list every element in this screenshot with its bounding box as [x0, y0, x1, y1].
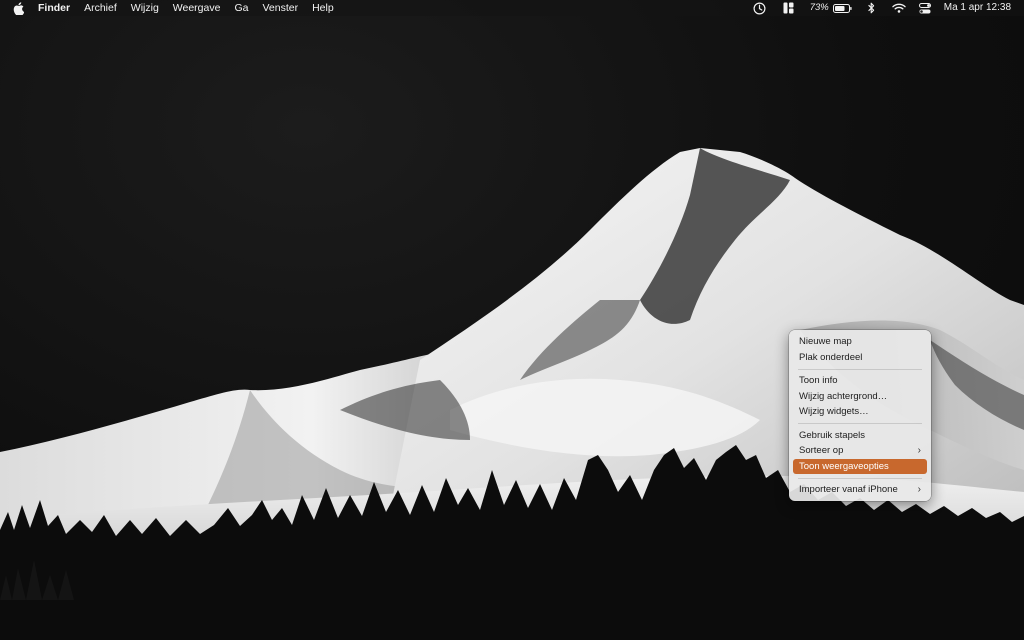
battery-icon[interactable]: [832, 0, 852, 16]
menu-item-label: Toon weergaveopties: [799, 460, 889, 472]
menu-item-edit-widgets[interactable]: Wijzig widgets…: [793, 404, 927, 420]
screen-time-icon[interactable]: [753, 0, 766, 16]
desktop[interactable]: Finder Archief Wijzig Weergave Ga Venste…: [0, 0, 1024, 640]
menu-item-label: Gebruik stapels: [799, 429, 866, 441]
menu-bar-clock[interactable]: Ma 1 apr 12:38: [944, 0, 1011, 16]
menu-item-label: Plak onderdeel: [799, 351, 863, 363]
menu-help[interactable]: Help: [312, 0, 334, 16]
wifi-icon[interactable]: [892, 0, 906, 16]
menu-item-new-folder[interactable]: Nieuwe map: [793, 334, 927, 350]
menu-bar-left: Finder Archief Wijzig Weergave Ga Venste…: [0, 0, 348, 16]
bluetooth-icon[interactable]: [867, 0, 875, 16]
menu-bar: Finder Archief Wijzig Weergave Ga Venste…: [0, 0, 1024, 16]
chevron-right-icon: ›: [917, 484, 921, 495]
menu-separator: [798, 368, 922, 370]
chevron-right-icon: ›: [917, 445, 921, 456]
menu-item-label: Sorteer op: [799, 445, 844, 456]
menu-venster[interactable]: Venster: [262, 0, 298, 16]
stage-manager-icon[interactable]: [783, 0, 794, 16]
menu-item-label: Toon info: [799, 375, 838, 386]
desktop-context-menu: Nieuwe map Plak onderdeel Toon info Wijz…: [789, 330, 931, 501]
mountain-wallpaper: [0, 148, 1024, 640]
menu-item-import-from-iphone[interactable]: Importeer vanaf iPhone ›: [793, 482, 927, 498]
menu-item-sort-by[interactable]: Sorteer op ›: [793, 443, 927, 459]
menu-ga[interactable]: Ga: [234, 0, 248, 16]
menu-item-label: Wijzig achtergrond…: [799, 390, 888, 402]
menu-item-change-wallpaper[interactable]: Wijzig achtergrond…: [793, 389, 927, 405]
menu-item-get-info[interactable]: Toon info: [793, 373, 927, 389]
menu-item-label: Nieuwe map: [799, 336, 852, 347]
menu-item-label: Importeer vanaf iPhone: [799, 484, 898, 495]
apple-logo-icon[interactable]: [12, 1, 25, 15]
menu-archief[interactable]: Archief: [84, 0, 117, 16]
menu-item-paste-item[interactable]: Plak onderdeel: [793, 350, 927, 366]
menu-item-use-stacks[interactable]: Gebruik stapels: [793, 428, 927, 444]
menu-finder[interactable]: Finder: [38, 0, 70, 16]
menu-separator: [798, 423, 922, 424]
control-center-icon[interactable]: [918, 0, 931, 16]
menu-weergave[interactable]: Weergave: [173, 0, 221, 16]
menu-item-label: Wijzig widgets…: [799, 406, 869, 417]
menu-item-show-view-options[interactable]: Toon weergaveopties: [793, 458, 927, 474]
menu-bar-right: 73% Ma 1 apr 12:38: [753, 0, 1024, 16]
menu-wijzig[interactable]: Wijzig: [131, 0, 159, 16]
battery-percentage: 73%: [809, 2, 829, 13]
menu-separator: [798, 477, 922, 479]
